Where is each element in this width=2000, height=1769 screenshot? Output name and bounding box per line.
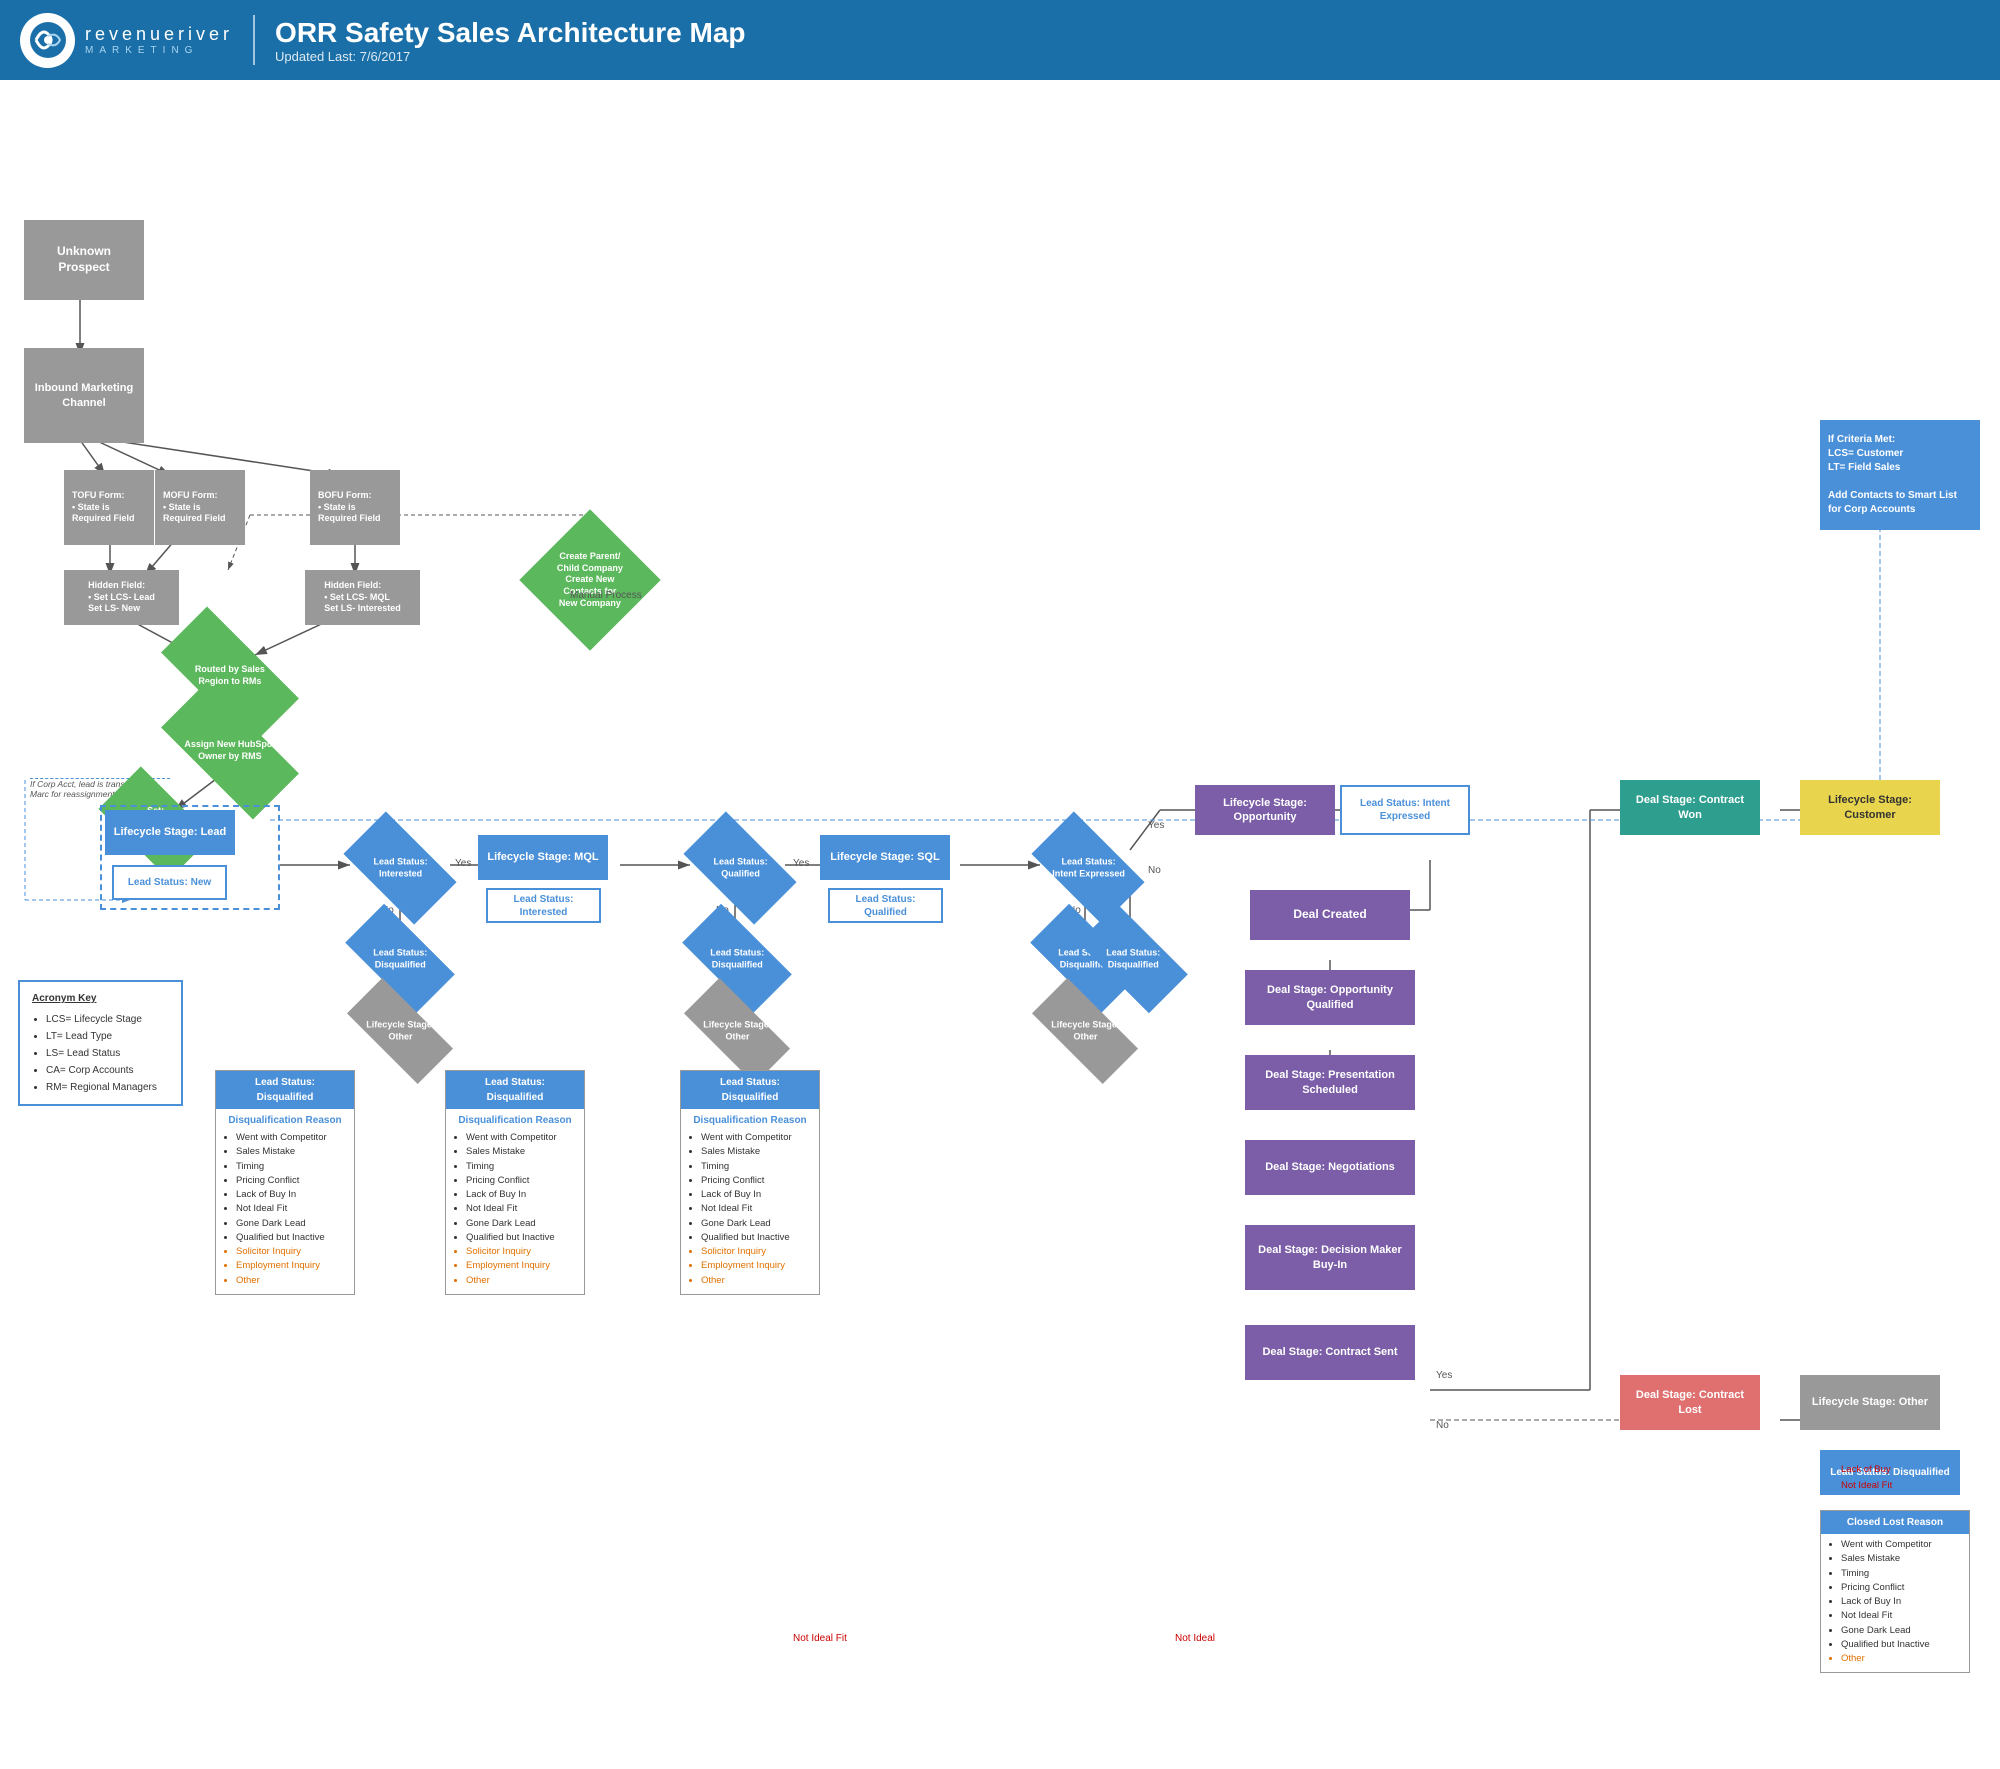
logo-subtitle: MARKETING [85,45,233,56]
page-header: revenueriver MARKETING ORR Safety Sales … [0,0,2000,80]
yes-label-3: Yes [1148,820,1164,831]
lcs-sql-box: Lifecycle Stage: SQL [820,835,950,880]
hidden-field-2-box: Hidden Field:• Set LCS- MQLSet LS- Inter… [305,570,420,625]
assign-hubspot-diamond: Assign New HubSpot Owner by RMS [160,715,300,785]
disq-reason-box-3: Lead Status:Disqualified Disqualificatio… [680,1070,820,1295]
logo-name: revenueriver [85,24,233,45]
no-label-4: No [1148,865,1161,876]
lcs-mql-box: Lifecycle Stage: MQL [478,835,608,880]
lead-status-qualified-2: Lead Status: Qualified [828,888,943,923]
lead-status-intent-2-box: Lead Status: Intent Expressed [1340,785,1470,835]
hidden-field-1-box: Hidden Field:• Set LCS- LeadSet LS- New [64,570,179,625]
deal-stage-contract-sent: Deal Stage: Contract Sent [1245,1325,1415,1380]
logo-text-block: revenueriver MARKETING [85,24,233,56]
lcs-lead-box: Lifecycle Stage: Lead [105,810,235,855]
mofu-form-box: MOFU Form:• State is Required Field [155,470,245,545]
tofu-form-box: TOFU Form:• State is Required Field [64,470,154,545]
lead-status-interested-1: Lead Status:Interested [345,835,455,900]
deal-stage-negotiations: Deal Stage: Negotiations [1245,1140,1415,1195]
not-ideal-fit-label-2: Not Ideal [1175,1633,1215,1644]
no-contract-label: No [1436,1420,1449,1431]
deal-created-box: Deal Created [1250,890,1410,940]
lcs-other-right-box: Lifecycle Stage: Other [1800,1375,1940,1430]
create-parent-diamond: Create Parent/ Child CompanyCreate New C… [530,520,650,640]
lead-status-qualified-diamond: Lead Status:Qualified [685,835,795,900]
inbound-marketing-box: Inbound Marketing Channel [24,348,144,443]
yes-label-2: Yes [793,858,809,869]
closed-lost-reason-box: Closed Lost Reason Went with Competitor … [1820,1510,1970,1673]
lead-status-intent-diamond: Lead Status:Intent Expressed [1033,835,1143,900]
header-divider [253,15,255,65]
deal-stage-decision: Deal Stage: Decision Maker Buy-In [1245,1225,1415,1290]
manual-process-label: Manual Process [570,590,642,601]
disq-reason-box-1: Lead Status:Disqualified Disqualificatio… [215,1070,355,1295]
page-title: ORR Safety Sales Architecture Map [275,17,745,49]
lead-status-disq-4: Lead Status:Disqualified [1078,928,1188,988]
page-subtitle: Updated Last: 7/6/2017 [275,49,745,64]
deal-stage-presentation: Deal Stage: Presentation Scheduled [1245,1055,1415,1110]
disq-reason-box-2: Lead Status:Disqualified Disqualificatio… [445,1070,585,1295]
yes-label-1: Yes [455,858,471,869]
title-block: ORR Safety Sales Architecture Map Update… [275,17,745,64]
lead-status-disq-1: Lead Status:Disqualified [345,928,455,988]
lcs-other-2: Lifecycle Stage:Other [682,1003,792,1058]
deal-stage-contract-lost: Deal Stage: Contract Lost [1620,1375,1760,1430]
lack-of-buy-label: Lack of Buy [1841,1464,1891,1475]
routed-by-sales-diamond: Routed by Sales Region to RMs [160,635,300,715]
acronym-key-title: Acronym Key [32,990,169,1007]
logo-area: revenueriver MARKETING [20,13,233,68]
deal-stage-opp-qualified: Deal Stage: Opportunity Qualified [1245,970,1415,1025]
not-ideal-fit-label-1: Not Ideal Fit [793,1633,847,1644]
arrows-layer [0,80,2000,1769]
logo-icon [20,13,75,68]
acronym-key-box: Acronym Key LCS= Lifecycle Stage LT= Lea… [18,980,183,1106]
lead-status-new-box: Lead Status: New [112,865,227,900]
lead-status-disq-2: Lead Status:Disqualified [682,928,792,988]
yes-contract-label: Yes [1436,1370,1452,1381]
diagram-canvas: Unknown Prospect Inbound Marketing Chann… [0,80,2000,1769]
deal-stage-contract-won: Deal Stage: Contract Won [1620,780,1760,835]
bofu-form-box: BOFU Form:• State is Required Field [310,470,400,545]
lcs-opportunity-box: Lifecycle Stage: Opportunity [1195,785,1335,835]
lcs-other-1: Lifecycle Stage:Other [345,1003,455,1058]
not-ideal-fit-label-3: Not Ideal Fit [1841,1480,1892,1491]
lcs-customer-box: Lifecycle Stage: Customer [1800,780,1940,835]
lcs-other-3: Lifecycle Stage:Other [1030,1003,1140,1058]
unknown-prospect-box: Unknown Prospect [24,220,144,300]
lead-status-interested-2: Lead Status: Interested [486,888,601,923]
if-criteria-box: If Criteria Met: LCS= Customer LT= Field… [1820,420,1980,530]
